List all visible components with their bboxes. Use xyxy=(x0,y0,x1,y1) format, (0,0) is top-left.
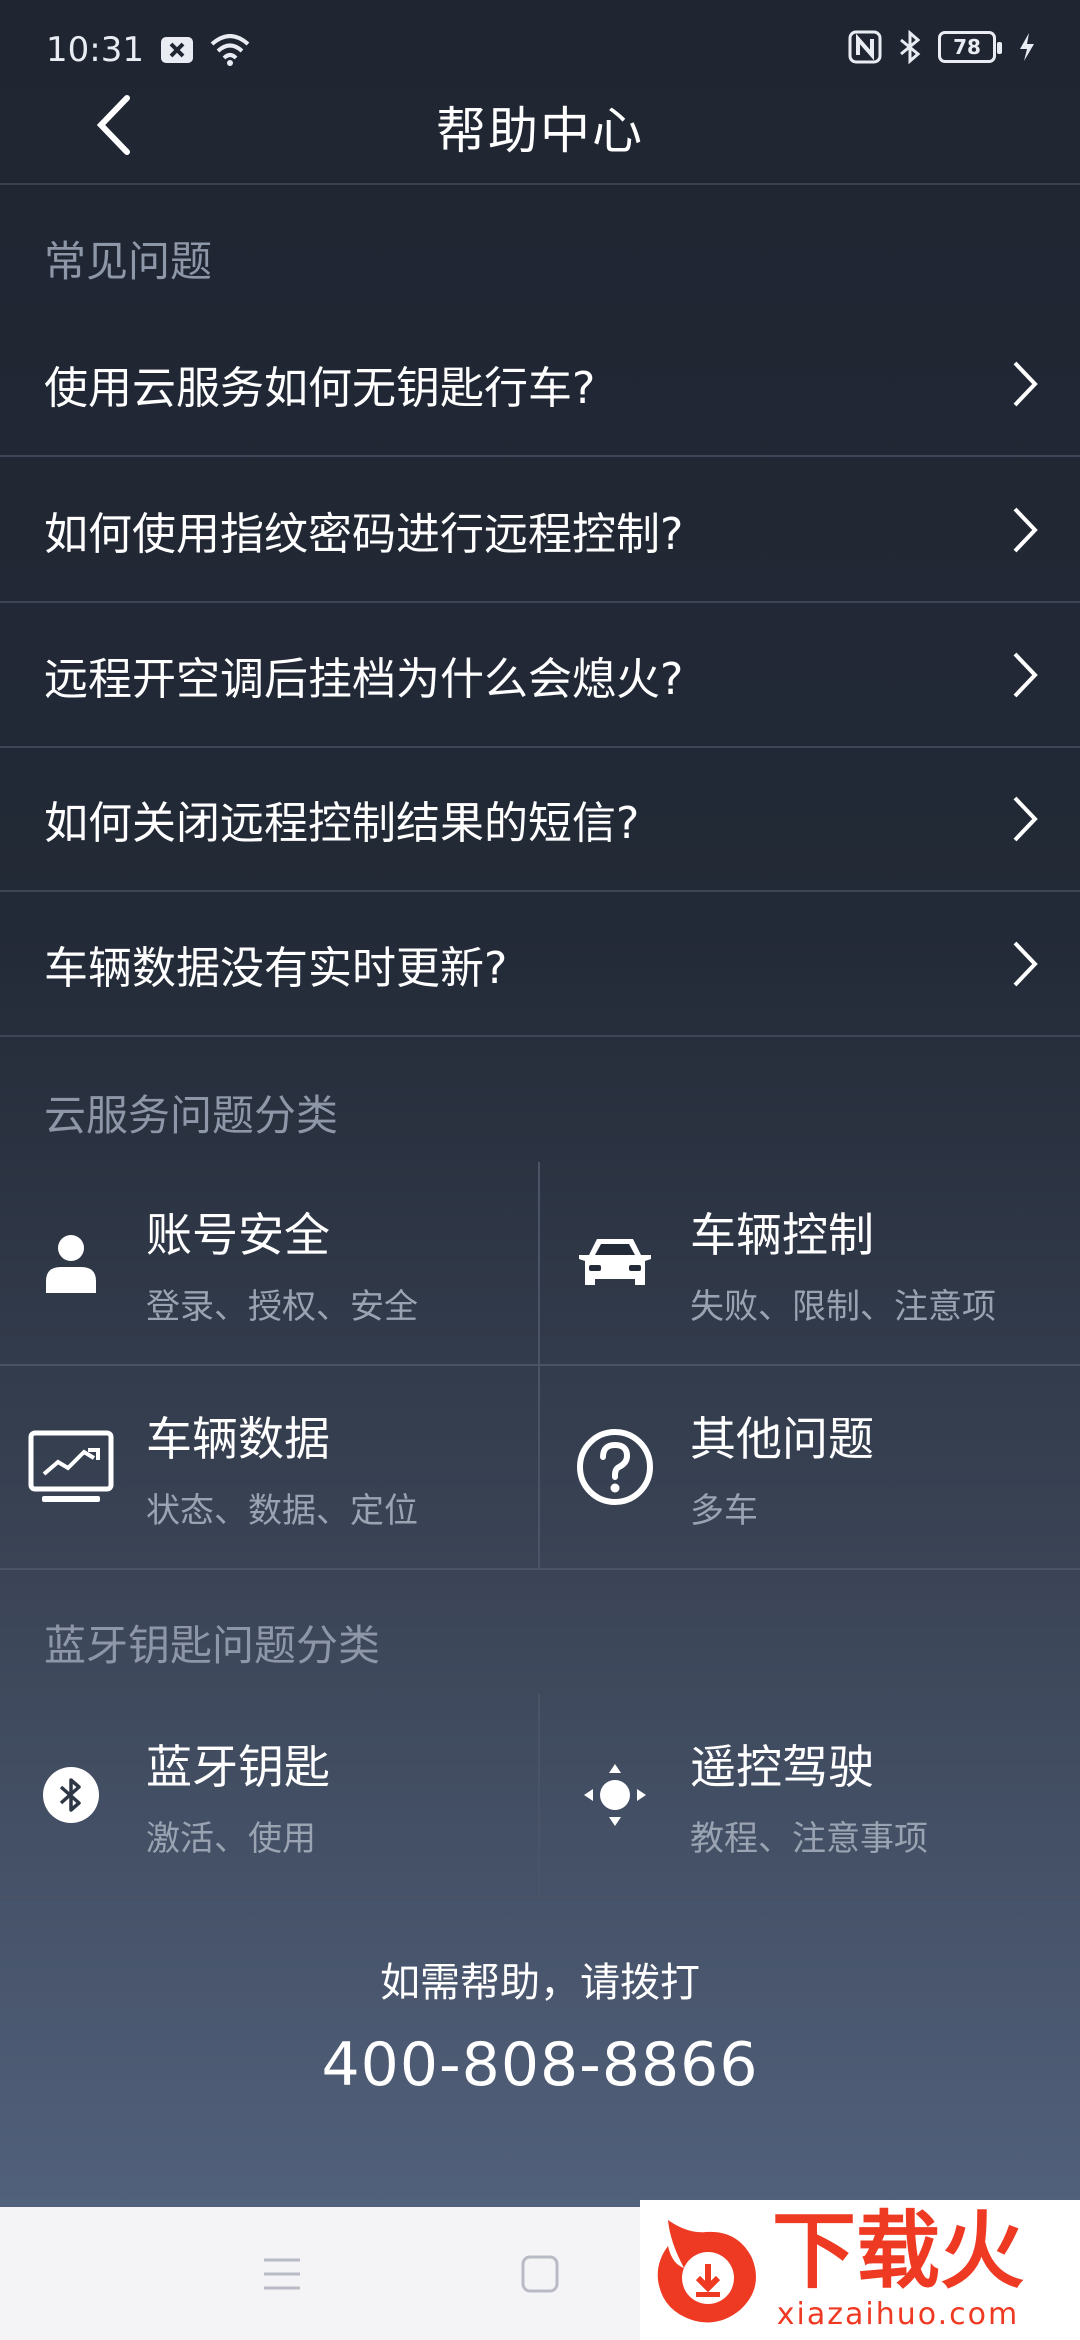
menu-icon xyxy=(264,2258,300,2289)
bluetooth-circle-icon xyxy=(26,1750,116,1840)
category-title: 蓝牙钥匙 xyxy=(146,1739,330,1794)
user-icon xyxy=(26,1218,116,1308)
bluetooth-section-title: 蓝牙钥匙问题分类 xyxy=(44,1621,381,1670)
category-subtitle: 状态、数据、定位 xyxy=(146,1490,418,1531)
home-square-icon xyxy=(521,2255,559,2292)
category-vehicle-data[interactable]: 车辆数据 状态、数据、定位 xyxy=(0,1366,540,1570)
battery-level: 78 xyxy=(953,35,981,59)
status-bar-right: 78 xyxy=(848,30,1036,64)
category-subtitle: 多车 xyxy=(690,1490,758,1531)
category-account-security[interactable]: 账号安全 登录、授权、安全 xyxy=(0,1162,540,1366)
category-bluetooth-key[interactable]: 蓝牙钥匙 激活、使用 xyxy=(0,1694,540,1898)
faq-item-3[interactable]: 远程开空调后挂档为什么会熄火? xyxy=(0,603,1080,748)
category-remote-driving[interactable]: 遥控驾驶 教程、注意事项 xyxy=(540,1694,1080,1898)
chevron-right-icon xyxy=(1013,941,1038,986)
car-icon xyxy=(570,1218,660,1308)
question-circle-icon xyxy=(570,1422,660,1512)
charging-icon xyxy=(1018,32,1036,62)
category-subtitle: 教程、注意事项 xyxy=(690,1818,928,1859)
faq-item-1[interactable]: 使用云服务如何无钥匙行车? xyxy=(0,312,1080,457)
flame-logo-icon xyxy=(646,2210,766,2330)
wifi-icon xyxy=(210,34,250,66)
chevron-right-icon xyxy=(1013,507,1038,552)
status-time: 10:31 xyxy=(46,30,144,70)
category-subtitle: 激活、使用 xyxy=(146,1818,316,1859)
remote-drive-icon xyxy=(570,1750,660,1840)
nav-home-button[interactable] xyxy=(480,2207,600,2340)
faq-item-2[interactable]: 如何使用指纹密码进行远程控制? xyxy=(0,458,1080,603)
title-bar: 帮助中心 xyxy=(0,70,1080,185)
monitor-chart-icon xyxy=(26,1422,116,1512)
chevron-right-icon xyxy=(1013,361,1038,406)
faq-item-4[interactable]: 如何关闭远程控制结果的短信? xyxy=(0,747,1080,892)
watermark: 下载火 xiazaihuo.com xyxy=(640,2200,1080,2340)
category-subtitle: 失败、限制、注意项 xyxy=(690,1286,996,1327)
chevron-right-icon xyxy=(1013,652,1038,697)
help-contact: 如需帮助，请拨打 400-808-8866 xyxy=(0,1900,1080,2120)
notification-x-icon xyxy=(160,35,194,65)
category-title: 账号安全 xyxy=(146,1207,330,1262)
category-title: 其他问题 xyxy=(690,1411,874,1466)
faq-item-label: 如何使用指纹密码进行远程控制? xyxy=(44,508,684,560)
category-title: 车辆控制 xyxy=(690,1207,874,1262)
nfc-icon xyxy=(848,30,882,64)
battery-icon: 78 xyxy=(938,31,1002,63)
chevron-right-icon xyxy=(1013,796,1038,841)
faq-item-label: 使用云服务如何无钥匙行车? xyxy=(44,362,596,414)
faq-item-label: 如何关闭远程控制结果的短信? xyxy=(44,797,640,849)
category-other-questions[interactable]: 其他问题 多车 xyxy=(540,1366,1080,1570)
help-phone-number[interactable]: 400-808-8866 xyxy=(321,2030,758,2100)
help-text: 如需帮助，请拨打 xyxy=(380,1960,700,2006)
watermark-cn: 下载火 xyxy=(772,2201,1025,2300)
faq-item-label: 车辆数据没有实时更新? xyxy=(44,942,508,994)
page-title: 帮助中心 xyxy=(436,101,644,160)
chevron-left-icon xyxy=(96,95,130,155)
category-subtitle: 登录、授权、安全 xyxy=(146,1286,418,1327)
cloud-section-title: 云服务问题分类 xyxy=(44,1091,339,1140)
category-vehicle-control[interactable]: 车辆控制 失败、限制、注意项 xyxy=(540,1162,1080,1366)
watermark-text: 下载火 xiazaihuo.com xyxy=(772,2209,1024,2332)
watermark-en: xiazaihuo.com xyxy=(776,2296,1020,2332)
faq-item-label: 远程开空调后挂档为什么会熄火? xyxy=(44,653,684,705)
bluetooth-icon xyxy=(898,30,922,64)
faq-item-5[interactable]: 车辆数据没有实时更新? xyxy=(0,892,1080,1037)
faq-section-title: 常见问题 xyxy=(44,237,213,286)
back-button[interactable] xyxy=(78,90,148,160)
category-title: 遥控驾驶 xyxy=(690,1739,874,1794)
nav-menu-button[interactable] xyxy=(222,2207,342,2340)
status-bar-left: 10:31 xyxy=(46,30,250,70)
category-title: 车辆数据 xyxy=(146,1411,330,1466)
